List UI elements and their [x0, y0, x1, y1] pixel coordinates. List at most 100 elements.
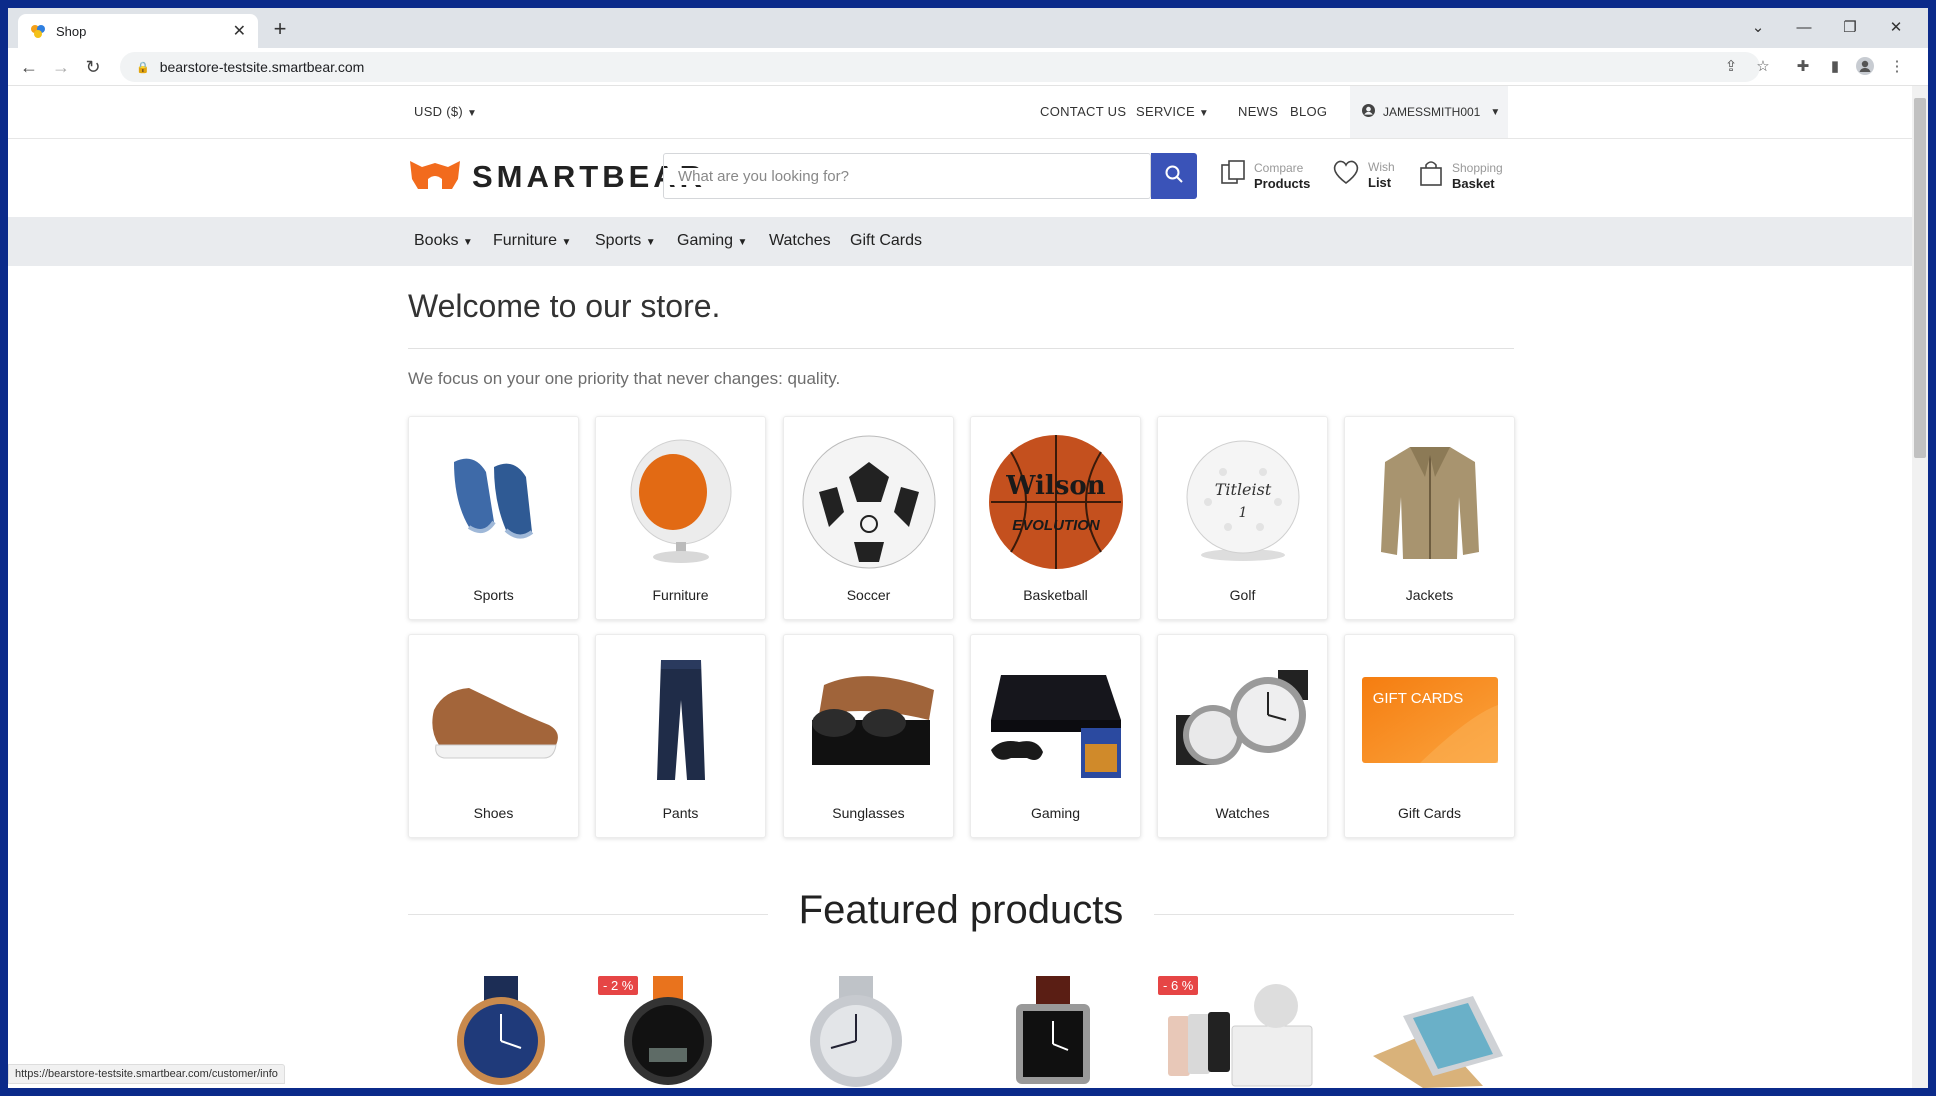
search-icon — [1164, 164, 1184, 189]
compare-icon — [1220, 159, 1246, 192]
category-label: Sunglasses — [832, 805, 905, 821]
back-icon[interactable]: ← — [16, 54, 42, 80]
evolution-model-text: EVOLUTION — [1012, 517, 1101, 534]
watches-image — [1158, 645, 1327, 795]
page-scrollbar[interactable] — [1912, 86, 1928, 1088]
new-tab-button[interactable]: + — [266, 16, 294, 44]
pants-image — [596, 645, 765, 795]
profile-icon[interactable] — [1854, 56, 1876, 78]
jacket-image — [1345, 427, 1514, 577]
category-tile-gift-cards[interactable]: GIFT CARDS Gift Cards — [1344, 634, 1515, 838]
menu-gift-cards[interactable]: Gift Cards — [850, 232, 922, 250]
chevron-down-icon: ▼ — [1490, 106, 1501, 118]
scrollbar-thumb[interactable] — [1914, 98, 1926, 458]
category-tile-shoes[interactable]: Shoes — [408, 634, 579, 838]
restore-button[interactable]: ❐ — [1836, 14, 1864, 42]
category-tile-furniture[interactable]: Furniture — [595, 416, 766, 620]
chevron-down-icon: ▼ — [561, 237, 572, 248]
menu-gaming[interactable]: Gaming ▼ — [677, 232, 747, 250]
category-label: Gaming — [1030, 805, 1081, 821]
shopping-bag-icon — [1418, 159, 1444, 192]
chevron-down-icon: ▼ — [645, 237, 656, 248]
chevron-down-icon: ▼ — [737, 237, 748, 248]
product-card[interactable]: - 6 % — [1158, 976, 1318, 1088]
reload-icon[interactable]: ↻ — [80, 54, 106, 80]
utility-bar: USD ($) ▼ CONTACT US SERVICE ▼ NEWS BLOG… — [8, 86, 1912, 139]
watch-image — [810, 976, 902, 1087]
product-card[interactable]: - 2 % — [598, 976, 738, 1088]
currency-selector[interactable]: USD ($) ▼ — [414, 104, 477, 119]
basketball-image: Wilson EVOLUTION — [971, 427, 1140, 577]
category-tile-basketball[interactable]: Wilson EVOLUTION Basketball — [970, 416, 1141, 620]
category-tile-watches[interactable]: Watches — [1157, 634, 1328, 838]
category-tile-golf[interactable]: Titleist 1 Golf — [1157, 416, 1328, 620]
category-label: Soccer — [846, 587, 891, 603]
product-card[interactable] — [983, 976, 1123, 1088]
side-panel-icon[interactable]: ▮ — [1824, 56, 1846, 78]
contact-us-link[interactable]: CONTACT US — [1040, 104, 1126, 119]
search-input[interactable] — [664, 167, 1104, 185]
sunglasses-image — [784, 645, 953, 795]
account-menu[interactable]: JAMESSMITH001 ▼ — [1350, 86, 1508, 138]
category-tile-soccer[interactable]: Soccer — [783, 416, 954, 620]
category-label: Shoes — [473, 805, 514, 821]
tab-strip: Shop ✕ + ⌄ — ❐ ✕ — [8, 8, 1928, 48]
discount-badge: - 2 % — [598, 976, 639, 995]
bear-logo-icon — [408, 157, 462, 196]
product-card[interactable] — [1363, 976, 1513, 1088]
site-header: SMARTBEAR CompareProducts WishLi — [8, 139, 1912, 217]
category-tile-sunglasses[interactable]: Sunglasses — [783, 634, 954, 838]
featured-products-heading: Featured products — [408, 886, 1514, 946]
sports-shoes-image — [409, 427, 578, 577]
share-icon[interactable]: ⇪ — [1720, 56, 1742, 78]
extensions-icon[interactable]: ✚ — [1792, 56, 1814, 78]
menu-books[interactable]: Books ▼ — [414, 232, 473, 250]
lock-icon: 🔒 — [136, 61, 150, 74]
close-tab-icon[interactable]: ✕ — [233, 21, 246, 41]
category-tile-gaming[interactable]: Gaming — [970, 634, 1141, 838]
product-card[interactable] — [786, 976, 926, 1088]
main-menu: Books ▼ Furniture ▼ Sports ▼ Gaming ▼ Wa… — [8, 217, 1912, 266]
close-window-button[interactable]: ✕ — [1882, 14, 1910, 42]
forward-icon[interactable]: → — [48, 54, 74, 80]
wish-list-button[interactable]: Wish List — [1332, 159, 1395, 190]
category-tile-jackets[interactable]: Jackets — [1344, 416, 1515, 620]
bookmark-star-icon[interactable]: ☆ — [1752, 56, 1774, 78]
golf-ball-image: Titleist 1 — [1158, 427, 1327, 577]
address-bar[interactable]: 🔒 bearstore-testsite.smartbear.com — [120, 52, 1760, 82]
product-card[interactable] — [431, 976, 571, 1088]
category-label: Golf — [1229, 587, 1256, 603]
search-button[interactable] — [1151, 153, 1197, 199]
blog-link[interactable]: BLOG — [1290, 104, 1327, 119]
minimize-button[interactable]: — — [1790, 14, 1818, 42]
divider — [408, 348, 1514, 349]
compare-products-button[interactable]: Compare Products — [1220, 159, 1310, 192]
tablets-image — [1373, 996, 1503, 1088]
search-box — [663, 153, 1151, 199]
smartbear-logo[interactable]: SMARTBEAR — [408, 157, 706, 196]
menu-sports[interactable]: Sports ▼ — [595, 232, 656, 250]
chevron-down-icon: ▼ — [1198, 108, 1210, 119]
shopping-basket-button[interactable]: Shopping Basket — [1418, 159, 1503, 192]
menu-furniture[interactable]: Furniture ▼ — [493, 232, 571, 250]
browser-tab[interactable]: Shop ✕ — [18, 14, 258, 48]
shoe-image — [409, 645, 578, 795]
tagline: We focus on your one priority that never… — [408, 369, 841, 388]
heart-icon — [1332, 159, 1360, 190]
golf-ball-number-text: 1 — [1238, 505, 1247, 521]
tab-search-icon[interactable]: ⌄ — [1744, 14, 1772, 42]
category-label: Sports — [473, 587, 514, 603]
news-link[interactable]: NEWS — [1238, 104, 1278, 119]
category-label: Gift Cards — [1397, 805, 1461, 821]
category-tile-sports[interactable]: Sports — [408, 416, 579, 620]
category-label: Basketball — [1023, 587, 1088, 603]
category-tile-pants[interactable]: Pants — [595, 634, 766, 838]
status-url-tooltip: https://bearstore-testsite.smartbear.com… — [8, 1064, 285, 1084]
category-label: Pants — [662, 805, 699, 821]
soccer-ball-image — [784, 427, 953, 577]
menu-watches[interactable]: Watches — [769, 232, 831, 250]
service-menu[interactable]: SERVICE ▼ — [1136, 104, 1209, 119]
titleist-brand-text: Titleist — [1214, 480, 1271, 499]
menu-kebab-icon[interactable]: ⋮ — [1886, 56, 1908, 78]
chevron-down-icon: ▼ — [462, 237, 473, 248]
